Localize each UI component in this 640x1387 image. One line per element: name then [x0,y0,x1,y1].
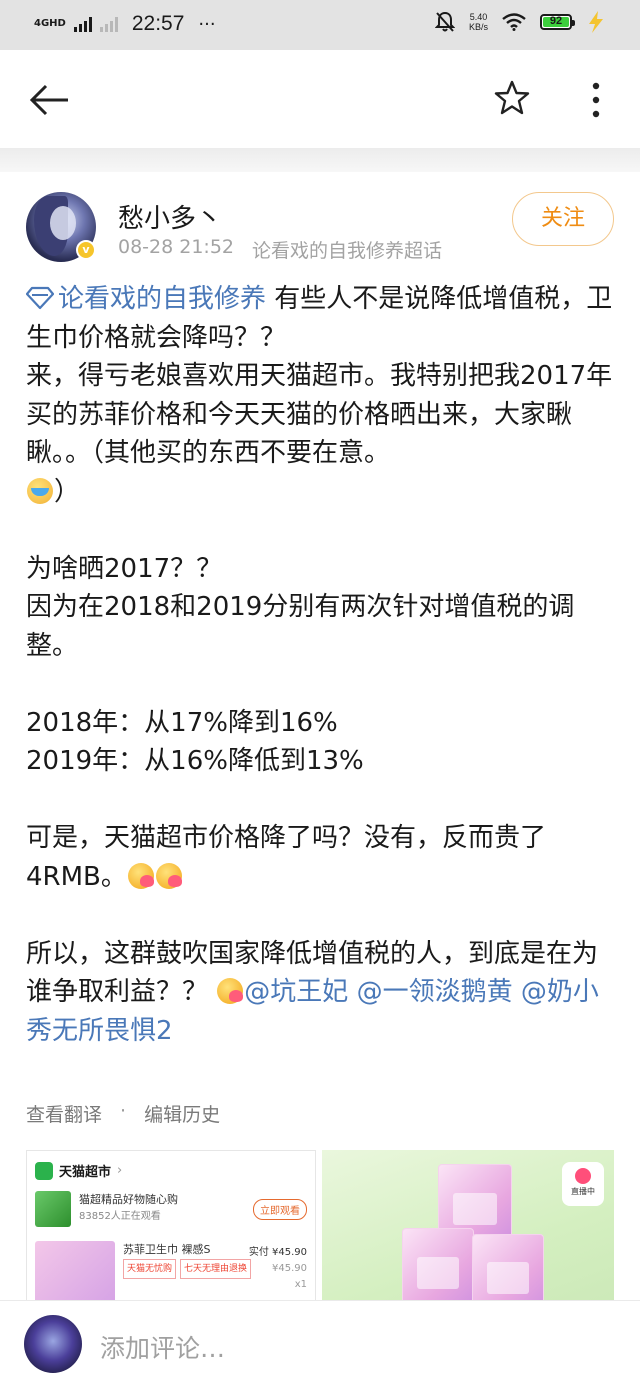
post-image-screenshot[interactable]: 天猫超市 › 猫超精品好物随心购 83852人正在观看 立即观看 苏菲卫生巾 裸… [26,1150,316,1320]
mention-link[interactable]: @一领淡鹅黄 [357,977,513,1007]
heart-face-emoji-icon [127,862,154,889]
live-thumbnail [35,1191,71,1227]
post-content: 论看戏的自我修养 有些人不是说降低增值税，卫生巾价格就会降吗？？ 来，得亏老娘喜… [26,280,618,1050]
network-speed: 5.40 KB/s [469,12,488,32]
post-images: 天猫超市 › 猫超精品好物随心购 83852人正在观看 立即观看 苏菲卫生巾 裸… [26,1150,618,1320]
network-type: 4GHD [34,18,66,29]
favorite-star-icon[interactable] [494,80,530,116]
edit-history-link[interactable]: 编辑历史 [144,1100,220,1127]
tmall-logo-icon [35,1161,53,1180]
battery-level: 92 [549,15,563,27]
wifi-icon [502,13,526,31]
store-header: 天猫超市 › [35,1161,122,1180]
paragraph-7: 可是，天猫超市价格降了吗？没有，反而贵了4RMB。 [26,823,547,892]
verified-badge-icon: v [76,240,96,260]
product-tag: 七天无理由退换 [180,1259,252,1279]
live-title: 猫超精品好物随心购 [79,1193,178,1206]
speed-value: 5.40 [469,12,488,22]
viewer-count: 83852人正在观看 [79,1211,161,1222]
separator: · [120,1100,127,1122]
laugh-cry-emoji-icon [27,477,53,504]
comment-bar: 添加评论… [0,1300,640,1387]
unit-price: ¥45.90 [272,1263,307,1274]
header-divider [0,148,640,172]
my-avatar [24,1315,82,1373]
post-actions: 查看翻译 · 编辑历史 [26,1100,220,1127]
comment-input[interactable]: 添加评论… [100,1329,225,1365]
store-name: 天猫超市 [59,1165,112,1180]
live-label: 直播中 [571,1187,595,1196]
post-meta: 08-28 21:52 论看戏的自我修养超话 [118,236,442,263]
watch-now-button: 立即观看 [253,1199,307,1220]
username[interactable]: 愁小多丶 [118,198,222,235]
more-options-icon[interactable] [584,80,608,120]
quantity: x1 [294,1279,307,1290]
clock: 22:57 [131,12,185,35]
live-badge: 直播中 [562,1162,604,1206]
back-arrow-icon[interactable] [28,80,72,120]
paragraph-3: 为啥晒2017？？ [26,553,223,584]
mute-bell-icon [434,11,455,32]
heart-face-emoji-icon [217,978,244,1004]
topic-link[interactable]: 论看戏的自我修养 [26,284,274,314]
mention-link[interactable]: @坑王妃 [244,977,348,1007]
live-row: 猫超精品好物随心购 83852人正在观看 [35,1191,178,1227]
diamond-icon [26,286,54,310]
top-bar [0,50,640,148]
speed-unit: KB/s [468,22,488,32]
paragraph-5: 2018年：从17%降到16% [26,707,338,738]
product-name: 苏菲卫生巾 裸感S [123,1243,211,1256]
product-price: 实付 ¥45.90 ¥45.90 x1 [249,1245,307,1293]
translate-link[interactable]: 查看翻译 [26,1100,102,1127]
live-icon [575,1168,591,1184]
paragraph-2-end: ） [54,476,81,507]
topic-label: 论看戏的自我修养 [58,284,267,314]
more-notifications-icon: ··· [198,13,216,35]
heart-face-emoji-icon [155,862,182,889]
product-tag: 天猫无忧购 [123,1259,177,1279]
paid-price: 实付 ¥45.90 [248,1247,307,1258]
follow-button[interactable]: 关注 [512,192,614,246]
paragraph-6: 2019年：从16%降低到13% [26,746,364,776]
post-source[interactable]: 论看戏的自我修养超话 [252,236,442,263]
signal-secondary-icon [99,16,118,32]
charging-icon [589,11,603,33]
post-date: 08-28 21:52 [118,236,235,258]
chevron-right-icon: › [117,1163,123,1178]
signal-icon [73,16,92,32]
status-bar: 4GHD 22:57 ··· 5.40 KB/s 92 [0,0,640,50]
battery-icon: 92 [540,14,575,30]
paragraph-4: 因为在2018和2019分别有两次针对增值税的调整。 [26,592,575,661]
post-image-product[interactable]: 直播中 [322,1150,614,1320]
paragraph-2: 来，得亏老娘喜欢用天猫超市。我特别把我2017年买的苏菲价格和今天天猫的价格晒出… [26,361,613,468]
